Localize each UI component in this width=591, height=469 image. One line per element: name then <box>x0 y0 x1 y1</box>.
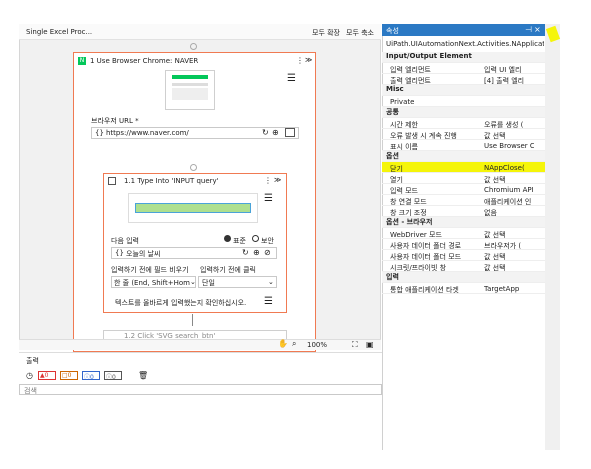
property-value[interactable]: NAppClose( <box>484 164 534 172</box>
properties-title-bar <box>382 24 545 36</box>
input-label: 다음 입력 <box>111 237 139 245</box>
error-count: 0 <box>44 372 49 379</box>
url-label: 브라우저 URL * <box>91 117 139 125</box>
radio-standard[interactable] <box>224 235 231 242</box>
collapse-all-button[interactable]: 모두 축소 <box>346 28 374 38</box>
trace-count: 0 <box>112 374 116 381</box>
input-refresh-icon[interactable]: ↻ <box>242 248 249 257</box>
error-filter[interactable]: ▲0 <box>38 371 56 380</box>
input-brace-icon: {} <box>115 249 124 257</box>
property-category[interactable]: 입력 <box>382 272 545 283</box>
close-icon[interactable]: × <box>534 25 541 34</box>
trace-filter[interactable]: ⓘ0 <box>104 371 122 381</box>
browser-activity-title: 1 Use Browser Chrome: NAVER <box>90 57 199 65</box>
property-value[interactable]: Use Browser Chrom <box>484 142 534 150</box>
type-menu-icon[interactable]: ☰ <box>264 193 273 204</box>
zoom-search-icon[interactable]: ⌕ <box>292 339 296 349</box>
hand-icon[interactable]: ✋ <box>278 339 288 348</box>
side-strip <box>545 24 560 450</box>
type-collapse-icon[interactable]: ≫ <box>274 176 281 184</box>
property-category[interactable]: 공통 <box>382 107 545 118</box>
overview-icon[interactable]: ▣ <box>366 340 374 349</box>
radio-secure[interactable] <box>252 235 259 242</box>
pin-icon[interactable]: ⊣ <box>525 25 532 34</box>
target-screenshot <box>128 193 258 223</box>
warning-count: 0 <box>67 372 72 379</box>
type-into-icon <box>108 177 116 185</box>
clear-field-value: 한 줄 (End, Shift+Home <box>114 279 190 287</box>
click-before-value: 단일 <box>202 279 215 287</box>
property-category[interactable]: Input/Output Element <box>382 52 545 63</box>
property-category[interactable]: 옵션 - 브라우저 <box>382 217 545 228</box>
url-refresh-icon[interactable]: ↻ <box>262 128 269 137</box>
property-value[interactable]: Chromium API <box>484 186 534 194</box>
click-before-label: 입력하기 전에 클릭 <box>200 266 256 274</box>
input-add-icon[interactable]: ⊕ <box>253 248 260 257</box>
output-search-placeholder: 검색 <box>24 387 37 395</box>
naver-icon: N <box>78 57 86 65</box>
warning-filter[interactable]: □0 <box>60 371 78 380</box>
properties-title: 속성 <box>386 27 399 35</box>
url-table-icon[interactable] <box>285 128 295 137</box>
info-count: 0 <box>90 374 94 381</box>
output-search-input[interactable] <box>19 384 382 395</box>
url-add-icon[interactable]: ⊕ <box>272 128 279 137</box>
zoom-level[interactable]: 100% <box>307 341 327 349</box>
delete-icon[interactable]: 🗑 <box>138 371 148 380</box>
clock-icon[interactable]: ◷ <box>26 371 33 380</box>
click-chevron-down-icon: ⌄ <box>268 278 274 286</box>
info-filter[interactable]: ⓘ0 <box>82 371 100 381</box>
output-title: 출력 <box>26 357 39 365</box>
browser-screenshot <box>165 70 215 110</box>
url-brace-icon: {} <box>95 129 104 137</box>
type-more-icon[interactable]: ⋮ <box>264 176 272 185</box>
property-label: Private <box>390 98 415 106</box>
type-into-title: 1.1 Type Into 'INPUT query' <box>124 177 219 185</box>
radio-standard-label: 표준 <box>233 237 246 245</box>
activity-type-name: UiPath.UIAutomationNext.Activities.NAppl… <box>386 40 544 48</box>
menu-icon[interactable]: ☰ <box>287 73 296 84</box>
fit-screen-icon[interactable]: ⛶ <box>352 340 358 350</box>
verify-menu-icon[interactable]: ☰ <box>264 296 273 307</box>
add-activity-icon[interactable] <box>190 43 197 50</box>
add-activity-icon-2[interactable] <box>190 164 197 171</box>
property-category[interactable]: 옵션 <box>382 151 545 162</box>
input-hide-icon[interactable]: ⊘ <box>264 248 271 257</box>
expand-all-button[interactable]: 모두 확장 <box>312 28 340 38</box>
type-input-value: 오늘의 날씨 <box>126 250 161 258</box>
flow-connector <box>192 314 193 326</box>
radio-secure-label: 보안 <box>261 237 274 245</box>
url-value: https://www.naver.com/ <box>106 129 189 137</box>
property-category[interactable]: Misc <box>382 85 545 96</box>
property-label: 통합 애플리케이션 타겟 <box>390 286 459 294</box>
clear-field-label: 입력하기 전에 필드 비우기 <box>111 266 189 274</box>
verify-text: 텍스트를 올바르게 입력했는지 확인하십시오. <box>115 299 247 307</box>
property-value[interactable]: TargetApp <box>484 285 534 293</box>
clear-chevron-down-icon: ⌄ <box>190 278 196 286</box>
more-menu-icon[interactable]: ⋮ <box>296 56 304 65</box>
output-panel <box>19 352 382 450</box>
workflow-title: Single Excel Proc... <box>26 28 93 36</box>
collapse-icon[interactable]: ≫ <box>305 56 312 64</box>
